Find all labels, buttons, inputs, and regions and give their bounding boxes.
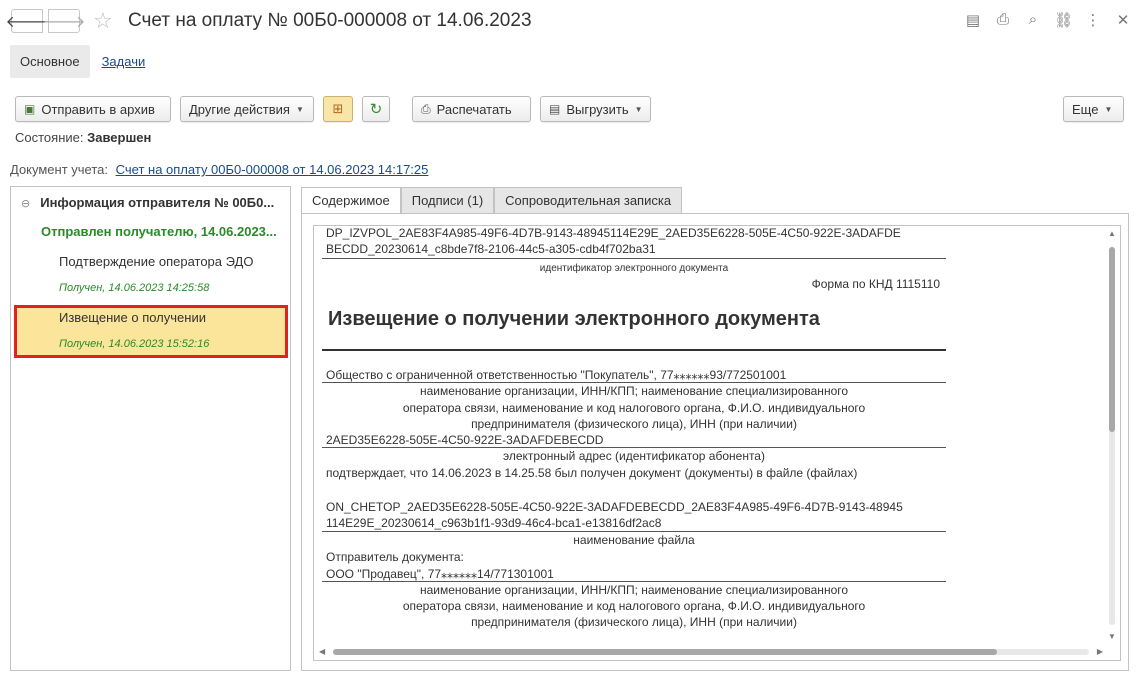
tree-item-sent[interactable]: Отправлен получателю, 14.06.2023... bbox=[41, 224, 277, 239]
file-name-line-2: 114E29E_20230614_c963b1f1-93d9-46c4-bca1… bbox=[326, 516, 662, 530]
scroll-thumb[interactable] bbox=[333, 649, 997, 655]
structure-view-button[interactable]: ⊞ bbox=[323, 96, 353, 122]
sender-caption-2: оператора связи, наименование и код нало… bbox=[402, 599, 866, 613]
confirmation-text: подтверждает, что 14.06.2023 в 14.25.58 … bbox=[326, 466, 858, 480]
divider bbox=[322, 531, 946, 532]
file-caption: наименование файла bbox=[573, 533, 695, 547]
close-icon[interactable]: ✕ bbox=[1114, 11, 1132, 29]
send-to-archive-button[interactable]: ▣ Отправить в архив bbox=[15, 96, 171, 122]
sender-caption-1: наименование организации, ИНН/КПП; наиме… bbox=[419, 583, 849, 597]
scroll-down-icon[interactable]: ▼ bbox=[1107, 632, 1117, 641]
document-heading: Извещение о получении электронного докум… bbox=[328, 308, 820, 330]
sender-org: ООО "Продавец", 77⁎⁎⁎⁎⁎⁎14/771301001 bbox=[326, 567, 554, 581]
state-value: Завершен bbox=[87, 130, 152, 145]
form-code: Форма по КНД 1115110 bbox=[811, 277, 940, 291]
scroll-left-icon[interactable]: ◀ bbox=[319, 647, 325, 656]
hierarchy-icon: ⊞ bbox=[332, 101, 344, 116]
content-panel: DP_IZVPOL_2AE83F4A985-49F6-4D7B-9143-489… bbox=[301, 213, 1129, 671]
disk-icon: ▤ bbox=[549, 102, 561, 116]
divider bbox=[322, 581, 946, 582]
tab-tasks[interactable]: Задачи bbox=[102, 54, 146, 69]
state-label: Состояние: bbox=[15, 130, 84, 145]
sender-caption-3: предпринимателя (физического лица), ИНН … bbox=[471, 615, 797, 629]
document-view: DP_IZVPOL_2AE83F4A985-49F6-4D7B-9143-489… bbox=[313, 225, 1121, 661]
tab-cover-note[interactable]: Сопроводительная записка bbox=[494, 187, 683, 214]
scroll-thumb[interactable] bbox=[1109, 247, 1115, 432]
divider bbox=[322, 258, 946, 259]
org-caption-2: оператора связи, наименование и код нало… bbox=[402, 401, 866, 415]
org-caption-3: предпринимателя (физического лица), ИНН … bbox=[471, 417, 797, 431]
org-caption-1: наименование организации, ИНН/КПП; наиме… bbox=[419, 384, 849, 398]
other-actions-button[interactable]: Другие действия ▼ bbox=[180, 96, 314, 122]
tree-item-confirmation-status: Получен, 14.06.2023 14:25:58 bbox=[59, 282, 210, 294]
forward-button[interactable]: 🡒 bbox=[43, 9, 85, 33]
chevron-down-icon: ▼ bbox=[295, 104, 304, 114]
printer-icon: ⎙ bbox=[421, 101, 431, 116]
print-button[interactable]: ⎙ Распечатать bbox=[412, 96, 531, 122]
tab-main[interactable]: Основное bbox=[10, 44, 90, 78]
content-tabs: Содержимое Подписи (1) Сопроводительная … bbox=[301, 187, 683, 214]
tree-item-notice[interactable]: Извещение о получении bbox=[59, 310, 206, 325]
tree-item-confirmation[interactable]: Подтверждение оператора ЭДО bbox=[59, 254, 253, 269]
archive-icon: ▣ bbox=[24, 102, 36, 116]
refresh-icon: ↻ bbox=[369, 101, 383, 118]
link-icon[interactable]: ⛓ bbox=[1054, 11, 1073, 29]
divider bbox=[322, 382, 946, 383]
export-button[interactable]: ▤ Выгрузить ▼ bbox=[540, 96, 651, 122]
document-line: Документ учета: Счет на оплату 00Б0-0000… bbox=[10, 162, 428, 177]
electronic-address: 2AED35E6228-505E-4C50-922E-3ADAFDEBECDD bbox=[326, 433, 604, 447]
scroll-up-icon[interactable]: ▲ bbox=[1107, 229, 1117, 238]
horizontal-scrollbar[interactable]: ◀ ▶ bbox=[317, 647, 1105, 657]
window-title: Счет на оплату № 00Б0-000008 от 14.06.20… bbox=[128, 10, 532, 31]
favorite-star-icon[interactable]: ☆ bbox=[93, 8, 113, 34]
section-tabs: Основное Задачи bbox=[10, 44, 145, 78]
tree-root-item[interactable]: ⊖ Информация отправителя № 00Б0... bbox=[21, 195, 274, 210]
address-caption: электронный адрес (идентификатор абонент… bbox=[503, 449, 765, 463]
collapse-icon[interactable]: ⊖ bbox=[21, 198, 30, 210]
doc-id-caption: идентификатор электронного документа bbox=[539, 263, 729, 274]
arrow-right-icon: 🡒 bbox=[42, 13, 86, 31]
preview-icon[interactable]: ⌕ bbox=[1024, 11, 1042, 29]
state-line: Состояние: Завершен bbox=[15, 130, 151, 145]
refresh-button[interactable]: ↻ bbox=[362, 96, 390, 122]
more-button[interactable]: Еще ▼ bbox=[1063, 96, 1124, 122]
print-icon[interactable]: ⎙ bbox=[994, 11, 1012, 29]
chevron-down-icon: ▼ bbox=[634, 104, 643, 114]
more-icon[interactable]: ⋮ bbox=[1084, 11, 1102, 29]
divider bbox=[322, 349, 946, 351]
tab-content[interactable]: Содержимое bbox=[301, 187, 401, 214]
doc-id-line-2: BECDD_20230614_c8bde7f8-2106-44c5-a305-c… bbox=[326, 242, 656, 256]
back-button[interactable]: 🡐 bbox=[6, 9, 48, 33]
document-label: Документ учета: bbox=[10, 162, 109, 177]
document-link[interactable]: Счет на оплату 00Б0-000008 от 14.06.2023… bbox=[116, 162, 429, 177]
doc-id-line-1: DP_IZVPOL_2AE83F4A985-49F6-4D7B-9143-489… bbox=[326, 226, 901, 240]
vertical-scrollbar[interactable]: ▲ ▼ bbox=[1107, 229, 1117, 641]
tree-item-notice-status: Получен, 14.06.2023 15:52:16 bbox=[59, 338, 210, 350]
save-icon[interactable]: ▤ bbox=[964, 11, 982, 29]
scroll-right-icon[interactable]: ▶ bbox=[1097, 647, 1103, 656]
divider bbox=[322, 447, 946, 448]
title-bar: 🡐 🡒 ☆ Счет на оплату № 00Б0-000008 от 14… bbox=[0, 0, 1148, 42]
file-name-line-1: ON_CHETOP_2AED35E6228-505E-4C50-922E-3AD… bbox=[326, 500, 903, 514]
document-tree: ⊖ Информация отправителя № 00Б0... Отправ… bbox=[10, 186, 291, 671]
chevron-down-icon: ▼ bbox=[1104, 104, 1113, 114]
tab-signatures[interactable]: Подписи (1) bbox=[400, 187, 495, 214]
receiver-org: Общество с ограниченной ответственностью… bbox=[326, 368, 787, 382]
title-actions: ▤ ⎙ ⌕ ⛓ ⋮ ✕ bbox=[964, 11, 1132, 29]
sender-label: Отправитель документа: bbox=[326, 550, 464, 564]
